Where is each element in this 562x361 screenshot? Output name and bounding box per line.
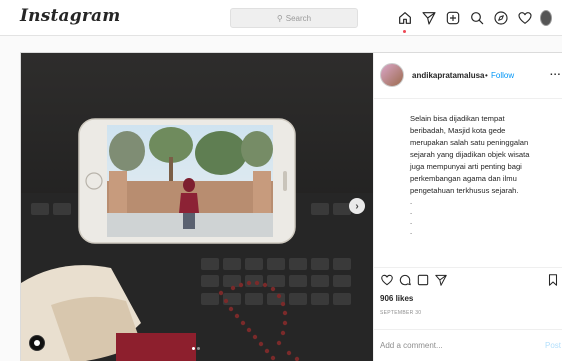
nav-icons: [396, 7, 558, 33]
caption-dot: .: [410, 197, 413, 206]
comment-box: Add a comment... Post: [374, 329, 562, 361]
caption-dot: .: [410, 217, 413, 226]
post-card: › andikapratamalusa • Follow ... Selain …: [20, 52, 562, 361]
search-icon: ⚲: [276, 13, 283, 23]
search-placeholder: Search: [285, 13, 312, 23]
separator-dot: •: [485, 71, 488, 80]
explore-compass-icon[interactable]: [492, 9, 510, 27]
top-navigation-bar: Instagram ⚲ Search: [0, 0, 562, 36]
tagged-user-icon[interactable]: [29, 335, 45, 351]
caption-line: sejarah yang dijadikan objek wisata: [410, 150, 530, 159]
carousel-dot: [192, 347, 195, 350]
post-header: andikapratamalusa • Follow ...: [374, 53, 562, 99]
home-icon[interactable]: [396, 9, 414, 33]
search-nav-icon[interactable]: [468, 9, 486, 27]
post-caption: Selain bisa dijadikan tempat beribadah, …: [410, 113, 560, 237]
post-details-panel: andikapratamalusa • Follow ... Selain bi…: [373, 53, 562, 361]
activity-heart-icon[interactable]: [516, 9, 534, 27]
caption-dot: .: [410, 227, 413, 236]
avatar[interactable]: [380, 63, 404, 87]
notification-dot: [403, 30, 406, 33]
bookmark-icon[interactable]: [546, 273, 560, 287]
carousel-dot: [197, 347, 200, 350]
post-comment-button[interactable]: Post: [545, 341, 561, 350]
chevron-right-icon: ›: [355, 200, 359, 212]
comment-input[interactable]: Add a comment...: [380, 341, 443, 350]
caption-line: beribadah, Masjid kota gede: [410, 126, 506, 135]
instagram-logo[interactable]: Instagram: [20, 6, 120, 26]
caption-line: juga mempunyai arti penting bagi: [410, 162, 522, 171]
like-heart-icon[interactable]: [380, 273, 394, 287]
caption-dot: .: [410, 207, 413, 216]
carousel-next-button[interactable]: ›: [349, 198, 365, 214]
caption-line: Selain bisa dijadikan tempat: [410, 114, 505, 123]
post-date: SEPTEMBER 30: [380, 310, 422, 316]
follow-button[interactable]: Follow: [491, 71, 514, 80]
post-photo[interactable]: ›: [21, 53, 373, 361]
likes-count[interactable]: 906 likes: [380, 294, 413, 303]
share-icon[interactable]: [434, 273, 448, 287]
caption-line: pengetahuan terkhusus sejarah.: [410, 186, 519, 195]
photo-scene: [21, 53, 373, 361]
direct-message-icon[interactable]: [420, 9, 438, 27]
profile-avatar[interactable]: [540, 9, 552, 27]
new-post-icon[interactable]: [444, 9, 462, 27]
carousel-indicator: [191, 347, 201, 350]
search-input[interactable]: ⚲ Search: [230, 8, 358, 28]
post-actions: [374, 267, 562, 289]
save-collection-icon[interactable]: [416, 273, 430, 287]
caption-line: perkembangan agama dan ilmu: [410, 174, 517, 183]
caption-line: merupakan salah satu peninggalan: [410, 138, 529, 147]
comment-icon[interactable]: [398, 273, 412, 287]
username-link[interactable]: andikapratamalusa: [412, 71, 484, 80]
more-options-icon[interactable]: ...: [550, 67, 561, 78]
